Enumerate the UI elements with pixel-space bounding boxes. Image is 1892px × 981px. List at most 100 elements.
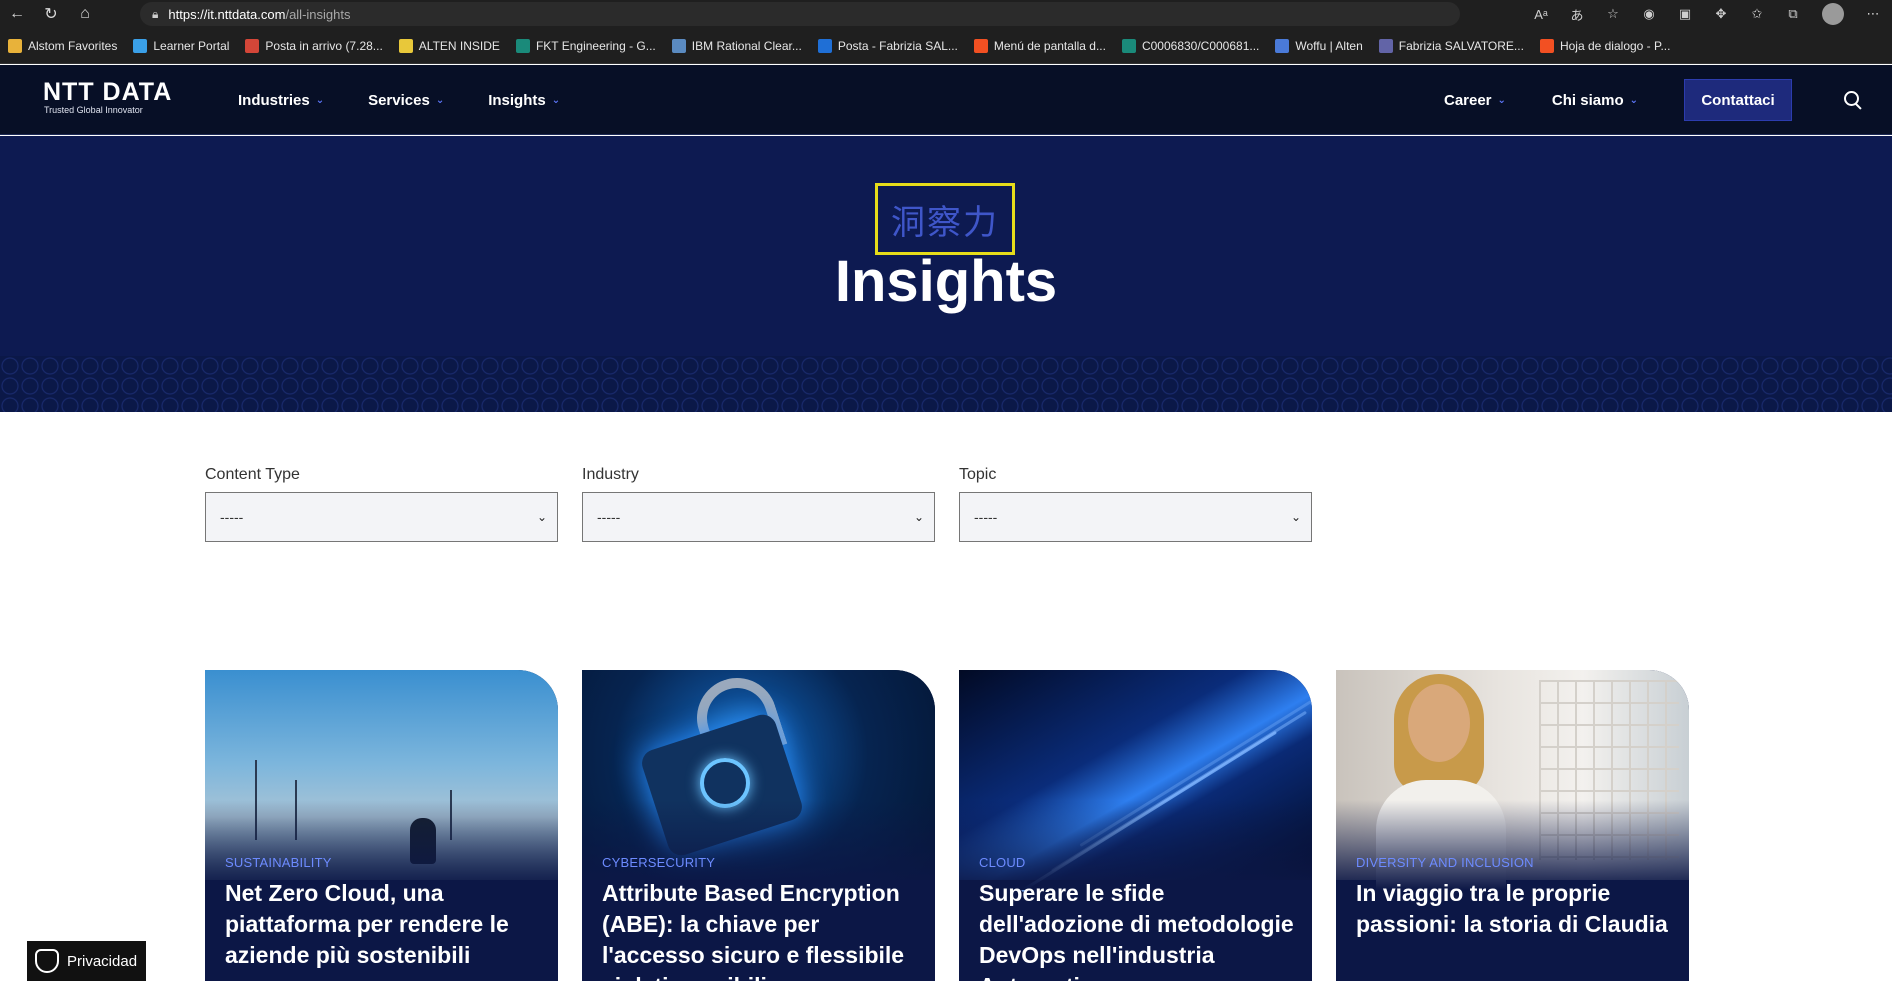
filter-label: Content Type <box>205 466 300 483</box>
shield-icon <box>35 949 59 973</box>
insight-card[interactable]: DIVERSITY AND INCLUSION In viaggio tra l… <box>1336 670 1689 981</box>
bookmark-item[interactable]: Hoja de dialogo - P... <box>1539 38 1670 53</box>
bookmark-favicon-icon <box>817 38 832 53</box>
bookmark-favicon-icon <box>8 38 22 53</box>
card-meta: CLOUD Superare le sfide dell'adozione di… <box>979 855 1296 981</box>
card-category: SUSTAINABILITY <box>225 855 332 870</box>
nav-label: Insights <box>488 91 546 109</box>
logo-tagline: Trusted Global Innovator <box>44 105 143 115</box>
favorites-icon[interactable]: ✩ <box>1742 0 1772 28</box>
site-header: NTT DATA Trusted Global Innovator Indust… <box>0 65 1892 135</box>
ntt-data-logo[interactable]: NTT DATA Trusted Global Innovator <box>43 79 172 115</box>
extension-icon[interactable]: ▣ <box>1670 0 1700 28</box>
bookmarks-bar: Alstom Favorites Learner Portal Posta in a… <box>0 28 1892 64</box>
nav-chi-siamo[interactable]: Chi siamo ⌄ <box>1552 92 1638 109</box>
bookmark-item[interactable]: Fabrizia SALVATORE... <box>1378 38 1524 53</box>
filter-content-type: Content Type ----- ⌄ <box>205 466 558 542</box>
more-icon[interactable]: ⋯ <box>1858 0 1888 28</box>
search-icon[interactable] <box>1842 89 1864 111</box>
chevron-down-icon: ⌄ <box>1290 510 1301 524</box>
card-meta: SUSTAINABILITY Net Zero Cloud, una piatt… <box>225 855 542 971</box>
select-value: ----- <box>597 509 621 525</box>
bookmark-item[interactable]: Menú de pantalla d... <box>973 38 1106 53</box>
bookmark-item[interactable]: Posta in arrivo (7.28... <box>245 38 383 53</box>
nav-label: Services <box>368 91 430 109</box>
bookmark-label: Woffu | Alten <box>1295 38 1363 53</box>
bookmark-favicon-icon <box>515 38 530 53</box>
select-value: ----- <box>974 509 998 525</box>
chevron-down-icon: ⌄ <box>315 94 325 106</box>
collections-icon[interactable]: ⧉ <box>1778 0 1808 28</box>
back-icon[interactable]: ← <box>0 0 34 28</box>
bookmark-label: Alstom Favorites <box>28 38 118 53</box>
bookmark-item[interactable]: Learner Portal <box>133 38 230 53</box>
main-nav: Industries ⌄ Services ⌄ Insights ⌄ <box>238 65 560 135</box>
chevron-down-icon: ⌄ <box>435 94 445 106</box>
bookmark-label: Posta - Fabrizia SAL... <box>837 38 958 53</box>
privacy-button[interactable]: Privacidad <box>27 941 146 981</box>
industry-select[interactable]: ----- ⌄ <box>582 492 935 542</box>
bookmark-label: ALTEN INSIDE <box>418 38 500 53</box>
hero-pattern <box>0 356 1892 412</box>
card-title[interactable]: Attribute Based Encryption (ABE): la chi… <box>602 878 919 981</box>
bookmark-label: Posta in arrivo (7.28... <box>265 38 383 53</box>
card-title[interactable]: In viaggio tra le proprie passioni: la s… <box>1356 878 1673 940</box>
bookmark-label: FKT Engineering - G... <box>535 38 656 53</box>
insight-card[interactable]: CYBERSECURITY Attribute Based Encryption… <box>582 670 935 981</box>
chevron-down-icon: ⌄ <box>551 94 561 106</box>
extension-icon[interactable]: ◉ <box>1634 0 1664 28</box>
portrait-face <box>1408 684 1470 762</box>
filter-topic: Topic ----- ⌄ <box>959 466 1312 542</box>
chevron-down-icon: ⌄ <box>913 510 924 524</box>
bookmark-label: Menú de pantalla d... <box>993 38 1106 53</box>
filter-industry: Industry ----- ⌄ <box>582 466 935 542</box>
profile-avatar[interactable] <box>1822 3 1844 25</box>
bookmark-item[interactable]: ALTEN INSIDE <box>398 38 500 53</box>
topic-select[interactable]: ----- ⌄ <box>959 492 1312 542</box>
bookmark-item[interactable]: FKT Engineering - G... <box>515 38 656 53</box>
bookmark-favicon-icon <box>1378 38 1393 53</box>
nav-industries[interactable]: Industries ⌄ <box>238 92 324 109</box>
bookmark-label: Learner Portal <box>153 38 230 53</box>
logo-brand: NTT DATA <box>43 78 173 106</box>
nav-insights[interactable]: Insights ⌄ <box>488 92 560 109</box>
chevron-down-icon: ⌄ <box>1497 94 1506 106</box>
bookmark-favicon-icon <box>1121 38 1136 53</box>
extensions-puzzle-icon[interactable]: ✥ <box>1706 0 1736 28</box>
bookmark-item[interactable]: Alstom Favorites <box>8 38 118 53</box>
bookmark-item[interactable]: C0006830/C000681... <box>1121 38 1259 53</box>
hero-kanji: 洞察力 <box>891 202 999 243</box>
card-meta: DIVERSITY AND INCLUSION In viaggio tra l… <box>1356 855 1673 940</box>
card-category: CLOUD <box>979 855 1026 870</box>
kanji-highlight-box: 洞察力 <box>875 183 1015 255</box>
insight-card[interactable]: SUSTAINABILITY Net Zero Cloud, una piatt… <box>205 670 558 981</box>
card-title[interactable]: Net Zero Cloud, una piattaforma per rend… <box>225 878 542 971</box>
bookmark-favicon-icon <box>1539 38 1554 53</box>
bookmark-item[interactable]: Woffu | Alten <box>1275 38 1363 53</box>
filters: Content Type ----- ⌄ Industry ----- ⌄ To… <box>205 466 1312 542</box>
nav-career[interactable]: Career ⌄ <box>1444 92 1506 109</box>
favorite-star-icon[interactable]: ☆ <box>1598 0 1628 28</box>
read-aloud-icon[interactable]: A͏ᵃ <box>1526 0 1556 28</box>
reload-icon[interactable]: ↻ <box>34 0 68 28</box>
home-icon[interactable]: ⌂ <box>68 0 102 28</box>
bookmark-label: IBM Rational Clear... <box>691 38 802 53</box>
privacy-label: Privacidad <box>67 952 138 970</box>
bookmark-item[interactable]: IBM Rational Clear... <box>671 38 802 53</box>
nav-services[interactable]: Services ⌄ <box>368 92 444 109</box>
filter-label: Industry <box>582 466 639 483</box>
content-type-select[interactable]: ----- ⌄ <box>205 492 558 542</box>
translate-icon[interactable]: あ <box>1562 0 1592 28</box>
hero-banner: 洞察力 Insights <box>0 136 1892 412</box>
bookmark-item[interactable]: Posta - Fabrizia SAL... <box>817 38 958 53</box>
bookmark-label: Fabrizia SALVATORE... <box>1398 38 1524 53</box>
address-bar[interactable]: 🔒︎ https://it.nttdata.com /all-insights <box>140 2 1460 26</box>
nav-label: Career <box>1443 91 1492 109</box>
insight-card[interactable]: CLOUD Superare le sfide dell'adozione di… <box>959 670 1312 981</box>
nav-label: Industries <box>238 91 310 109</box>
filter-label: Topic <box>959 466 997 483</box>
bookmark-favicon-icon <box>398 38 413 53</box>
card-category: CYBERSECURITY <box>602 855 716 870</box>
card-title[interactable]: Superare le sfide dell'adozione di metod… <box>979 878 1296 981</box>
contact-button[interactable]: Contattaci <box>1684 79 1792 121</box>
